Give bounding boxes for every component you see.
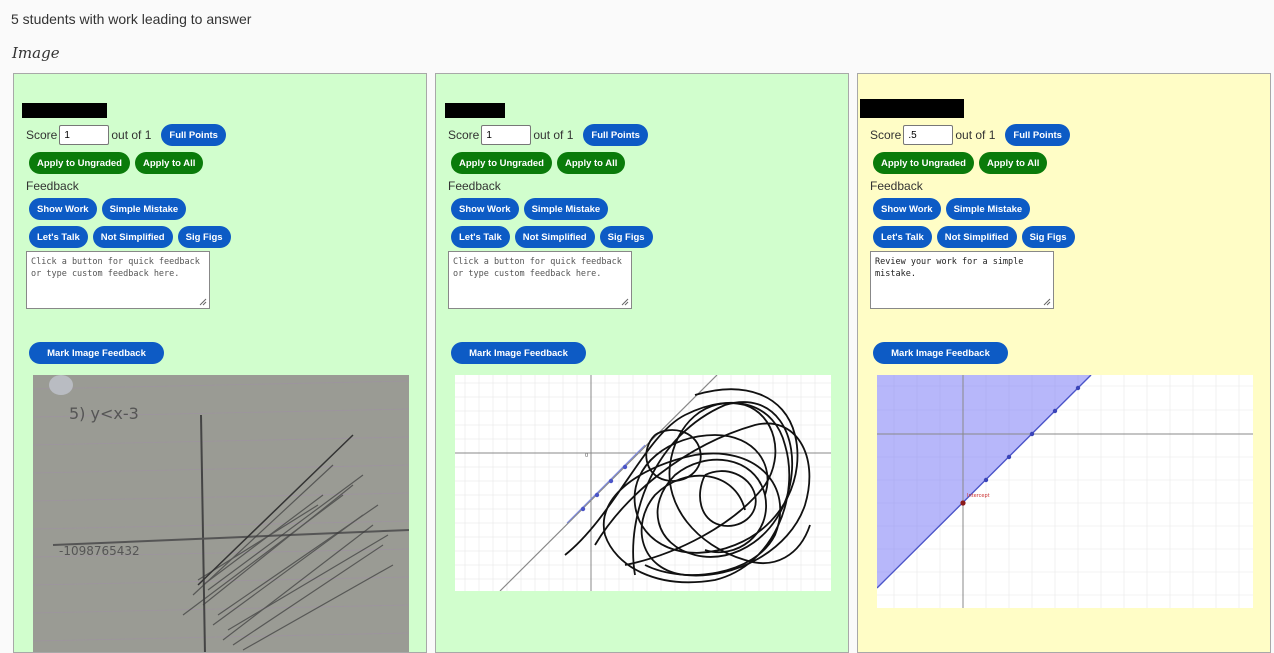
feedback-row-2: Let's Talk Not Simplified Sig Figs xyxy=(873,226,1075,248)
full-points-button[interactable]: Full Points xyxy=(583,124,648,146)
sig-figs-button[interactable]: Sig Figs xyxy=(1021,226,1075,248)
score-input[interactable] xyxy=(59,125,110,145)
apply-row: Apply to Ungraded Apply to All xyxy=(29,152,204,174)
sig-figs-button[interactable]: Sig Figs xyxy=(599,226,653,248)
graph-point-label: Intercept xyxy=(967,493,990,499)
out-of-label: out of 1 xyxy=(955,128,996,142)
apply-to-all-button[interactable]: Apply to All xyxy=(978,152,1048,174)
apply-to-all-button[interactable]: Apply to All xyxy=(134,152,204,174)
feedback-row-2: Let's Talk Not Simplified Sig Figs xyxy=(451,226,653,248)
photo-equation-text: 5) y<x-3 xyxy=(69,404,139,423)
lets-talk-button[interactable]: Let's Talk xyxy=(873,226,932,248)
score-label: Score xyxy=(26,128,58,142)
svg-text:0: 0 xyxy=(585,453,588,459)
score-label: Score xyxy=(448,128,480,142)
score-input[interactable] xyxy=(903,125,954,145)
simple-mistake-button[interactable]: Simple Mistake xyxy=(945,198,1031,220)
feedback-label: Feedback xyxy=(870,179,923,193)
not-simplified-button[interactable]: Not Simplified xyxy=(514,226,595,248)
out-of-label: out of 1 xyxy=(533,128,574,142)
student-card-3: Score out of 1 Full Points Apply to Ungr… xyxy=(857,73,1271,653)
photo-axis-text: -1098765432 xyxy=(59,544,140,558)
feedback-placeholder: Click a button for quick feedback or typ… xyxy=(453,257,622,279)
feedback-textarea[interactable]: Review your work for a simple mistake. xyxy=(870,251,1054,309)
feedback-row-1: Show Work Simple Mistake xyxy=(29,198,187,220)
page-header: 5 students with work leading to answer xyxy=(11,11,252,27)
apply-row: Apply to Ungraded Apply to All xyxy=(873,152,1048,174)
student-card-2: Score out of 1 Full Points Apply to Ungr… xyxy=(435,73,849,653)
score-input[interactable] xyxy=(481,125,532,145)
not-simplified-button[interactable]: Not Simplified xyxy=(92,226,173,248)
feedback-label: Feedback xyxy=(448,179,501,193)
feedback-row-2: Let's Talk Not Simplified Sig Figs xyxy=(29,226,231,248)
feedback-text: Review your work for a simple mistake. xyxy=(875,257,1024,279)
show-work-button[interactable]: Show Work xyxy=(873,198,941,220)
score-row: Score out of 1 Full Points xyxy=(448,124,648,146)
simple-mistake-button[interactable]: Simple Mistake xyxy=(523,198,609,220)
apply-to-all-button[interactable]: Apply to All xyxy=(556,152,626,174)
redacted-name xyxy=(445,103,505,118)
simple-mistake-button[interactable]: Simple Mistake xyxy=(101,198,187,220)
feedback-textarea[interactable]: Click a button for quick feedback or typ… xyxy=(26,251,210,309)
resize-grip-icon[interactable] xyxy=(199,298,207,306)
apply-to-ungraded-button[interactable]: Apply to Ungraded xyxy=(873,152,974,174)
redacted-name xyxy=(860,99,964,118)
out-of-label: out of 1 xyxy=(111,128,152,142)
apply-to-ungraded-button[interactable]: Apply to Ungraded xyxy=(29,152,130,174)
feedback-row-1: Show Work Simple Mistake xyxy=(873,198,1031,220)
mark-image-feedback-button[interactable]: Mark Image Feedback xyxy=(29,342,164,364)
resize-grip-icon[interactable] xyxy=(1043,298,1051,306)
score-row: Score out of 1 Full Points xyxy=(26,124,226,146)
mark-image-feedback-button[interactable]: Mark Image Feedback xyxy=(451,342,586,364)
feedback-textarea[interactable]: Click a button for quick feedback or typ… xyxy=(448,251,632,309)
apply-row: Apply to Ungraded Apply to All xyxy=(451,152,626,174)
full-points-button[interactable]: Full Points xyxy=(161,124,226,146)
student-work-graph: 0 xyxy=(455,375,831,591)
redacted-name xyxy=(22,103,107,118)
student-card-1: Score out of 1 Full Points Apply to Ungr… xyxy=(13,73,427,653)
feedback-row-1: Show Work Simple Mistake xyxy=(451,198,609,220)
feedback-label: Feedback xyxy=(26,179,79,193)
section-subtitle: Image xyxy=(12,44,60,62)
score-row: Score out of 1 Full Points xyxy=(870,124,1070,146)
student-work-photo: 5) y<x-3 -1098765432 xyxy=(33,375,409,652)
mark-image-feedback-button[interactable]: Mark Image Feedback xyxy=(873,342,1008,364)
resize-grip-icon[interactable] xyxy=(621,298,629,306)
full-points-button[interactable]: Full Points xyxy=(1005,124,1070,146)
lets-talk-button[interactable]: Let's Talk xyxy=(29,226,88,248)
show-work-button[interactable]: Show Work xyxy=(29,198,97,220)
score-label: Score xyxy=(870,128,902,142)
sig-figs-button[interactable]: Sig Figs xyxy=(177,226,231,248)
apply-to-ungraded-button[interactable]: Apply to Ungraded xyxy=(451,152,552,174)
student-work-graph: Intercept xyxy=(877,375,1253,608)
lets-talk-button[interactable]: Let's Talk xyxy=(451,226,510,248)
show-work-button[interactable]: Show Work xyxy=(451,198,519,220)
feedback-placeholder: Click a button for quick feedback or typ… xyxy=(31,257,200,279)
not-simplified-button[interactable]: Not Simplified xyxy=(936,226,1017,248)
